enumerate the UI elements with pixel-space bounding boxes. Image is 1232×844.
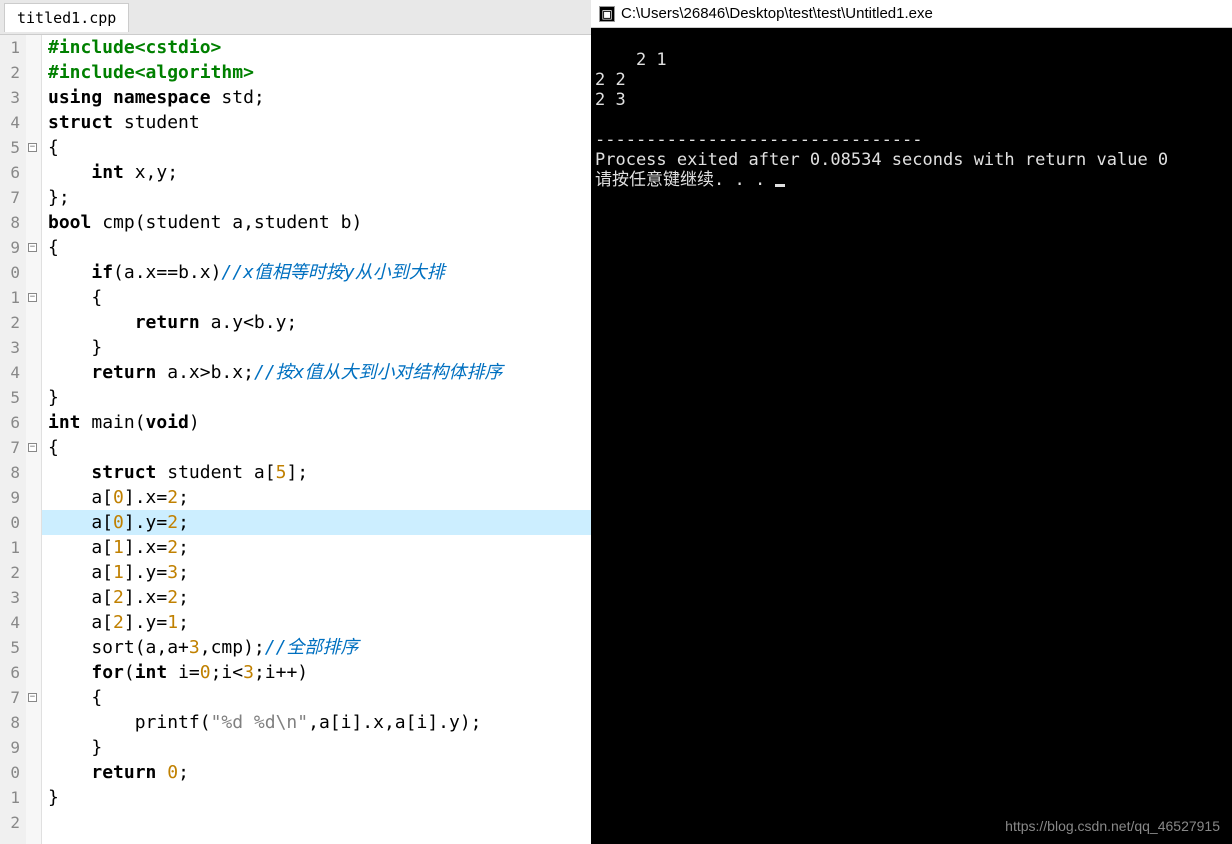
line-number: 2 <box>0 60 20 85</box>
code-line[interactable]: a[0].y=2; <box>42 510 591 535</box>
code-line[interactable]: a[0].x=2; <box>48 485 591 510</box>
code-line[interactable]: a[2].y=1; <box>48 610 591 635</box>
code-editor-pane: titled1.cpp 1234567890123456789012345678… <box>0 0 591 844</box>
line-number: 9 <box>0 735 20 760</box>
line-number: 5 <box>0 385 20 410</box>
code-line[interactable]: struct student <box>48 110 591 135</box>
line-number: 6 <box>0 160 20 185</box>
file-tab[interactable]: titled1.cpp <box>4 3 129 32</box>
console-titlebar[interactable]: ▣ C:\Users\26846\Desktop\test\test\Untit… <box>591 0 1232 28</box>
line-number: 7 <box>0 435 20 460</box>
code-line[interactable]: return a.y<b.y; <box>48 310 591 335</box>
code-line[interactable]: } <box>48 335 591 360</box>
line-number: 9 <box>0 485 20 510</box>
line-number: 8 <box>0 710 20 735</box>
line-number: 3 <box>0 85 20 110</box>
line-number: 9 <box>0 235 20 260</box>
code-line[interactable]: } <box>48 785 591 810</box>
fold-toggle-icon[interactable]: − <box>28 693 37 702</box>
line-number: 4 <box>0 360 20 385</box>
code-line[interactable]: #include<cstdio> <box>48 35 591 60</box>
line-number: 7 <box>0 185 20 210</box>
code-line[interactable]: using namespace std; <box>48 85 591 110</box>
code-line[interactable]: int main(void) <box>48 410 591 435</box>
line-number: 0 <box>0 510 20 535</box>
line-number: 2 <box>0 810 20 835</box>
line-number: 4 <box>0 610 20 635</box>
line-number: 8 <box>0 210 20 235</box>
line-number: 2 <box>0 310 20 335</box>
code-line[interactable]: a[1].y=3; <box>48 560 591 585</box>
code-text[interactable]: #include<cstdio>#include<algorithm>using… <box>42 35 591 844</box>
line-number: 6 <box>0 660 20 685</box>
line-number: 4 <box>0 110 20 135</box>
fold-toggle-icon[interactable]: − <box>28 443 37 452</box>
line-number: 5 <box>0 135 20 160</box>
code-line[interactable]: #include<algorithm> <box>48 60 591 85</box>
line-number: 3 <box>0 335 20 360</box>
console-title-text: C:\Users\26846\Desktop\test\test\Untitle… <box>621 5 933 22</box>
terminal-icon: ▣ <box>599 6 615 22</box>
line-number: 5 <box>0 635 20 660</box>
code-line[interactable]: return 0; <box>48 760 591 785</box>
code-line[interactable]: } <box>48 735 591 760</box>
line-number: 1 <box>0 35 20 60</box>
code-line[interactable]: for(int i=0;i<3;i++) <box>48 660 591 685</box>
line-number: 3 <box>0 585 20 610</box>
code-line[interactable]: printf("%d %d\n",a[i].x,a[i].y); <box>48 710 591 735</box>
code-line[interactable]: } <box>48 385 591 410</box>
watermark-text: https://blog.csdn.net/qq_46527915 <box>1005 816 1220 836</box>
code-line[interactable]: { <box>48 435 591 460</box>
code-line[interactable] <box>48 810 591 835</box>
code-area[interactable]: 12345678901234567890123456789012 −−−−− #… <box>0 35 591 844</box>
code-line[interactable]: { <box>48 285 591 310</box>
console-output[interactable]: 2 1 2 2 2 3 ----------------------------… <box>591 28 1232 844</box>
code-line[interactable]: a[2].x=2; <box>48 585 591 610</box>
code-line[interactable]: { <box>48 235 591 260</box>
code-line[interactable]: }; <box>48 185 591 210</box>
code-line[interactable]: sort(a,a+3,cmp);//全部排序 <box>48 635 591 660</box>
code-line[interactable]: return a.x>b.x;//按x值从大到小对结构体排序 <box>48 360 591 385</box>
code-line[interactable]: { <box>48 685 591 710</box>
line-number: 0 <box>0 760 20 785</box>
cursor-icon <box>775 184 785 187</box>
line-number: 0 <box>0 260 20 285</box>
fold-margin[interactable]: − − − − − <box>26 35 42 844</box>
code-line[interactable]: { <box>48 135 591 160</box>
line-number-gutter: 12345678901234567890123456789012 <box>0 35 26 844</box>
console-text: 2 1 2 2 2 3 ----------------------------… <box>595 50 1168 190</box>
line-number: 1 <box>0 285 20 310</box>
code-line[interactable]: int x,y; <box>48 160 591 185</box>
line-number: 8 <box>0 460 20 485</box>
console-pane: ▣ C:\Users\26846\Desktop\test\test\Untit… <box>591 0 1232 844</box>
line-number: 2 <box>0 560 20 585</box>
fold-toggle-icon[interactable]: − <box>28 243 37 252</box>
code-line[interactable]: a[1].x=2; <box>48 535 591 560</box>
line-number: 7 <box>0 685 20 710</box>
tab-bar: titled1.cpp <box>0 0 591 35</box>
line-number: 6 <box>0 410 20 435</box>
code-line[interactable]: struct student a[5]; <box>48 460 591 485</box>
fold-toggle-icon[interactable]: − <box>28 293 37 302</box>
line-number: 1 <box>0 785 20 810</box>
line-number: 1 <box>0 535 20 560</box>
code-line[interactable]: bool cmp(student a,student b) <box>48 210 591 235</box>
fold-toggle-icon[interactable]: − <box>28 143 37 152</box>
code-line[interactable]: if(a.x==b.x)//x值相等时按y从小到大排 <box>48 260 591 285</box>
